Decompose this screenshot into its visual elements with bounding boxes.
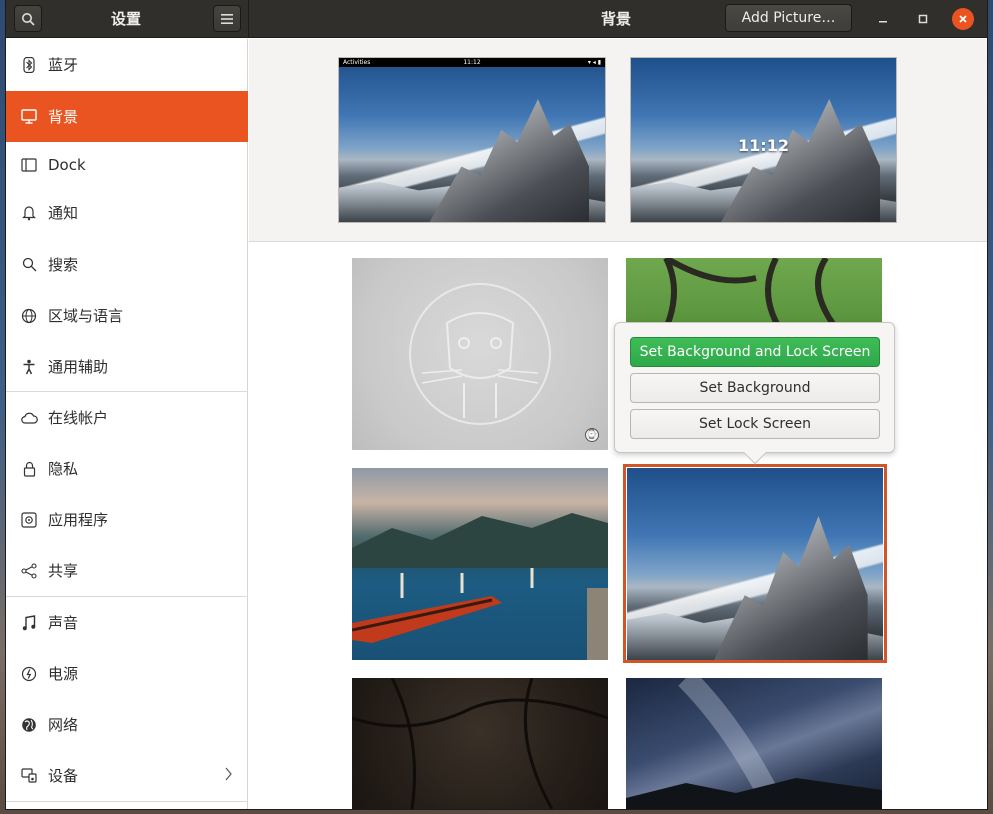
sidebar-item-background[interactable]: 背景: [6, 91, 248, 142]
accessibility-icon: [20, 358, 38, 376]
sidebar-item-dock[interactable]: Dock: [6, 139, 248, 190]
sidebar-item-label: 蓝牙: [48, 56, 79, 74]
close-button[interactable]: [952, 8, 974, 30]
set-background-button[interactable]: Set Background: [630, 373, 880, 403]
sidebar-item-label: 声音: [48, 614, 79, 632]
lake-boat-artwork: [352, 513, 608, 660]
minimize-icon: [879, 21, 887, 23]
lock-screen-clock: 11:12: [738, 136, 789, 155]
selection-frame: [623, 464, 887, 663]
sidebar-item-label: 网络: [48, 716, 79, 734]
sidebar-item-privacy[interactable]: 隐私: [6, 443, 248, 494]
sidebar-item-search[interactable]: 搜索: [6, 239, 248, 290]
status-icons: ▾ ◂ ▮: [587, 59, 601, 66]
chevron-right-icon: [225, 767, 232, 785]
set-lock-screen-button[interactable]: Set Lock Screen: [630, 409, 880, 439]
lock-screen-preview: 11:12: [630, 57, 897, 223]
sidebar-item-label: 在线帐户: [48, 409, 109, 427]
hamburger-icon: [221, 13, 233, 24]
desktop-preview: Activities 11:12 ▾ ◂ ▮: [338, 57, 606, 223]
add-picture-button[interactable]: Add Picture…: [725, 4, 852, 32]
music-note-icon: [20, 614, 38, 632]
header-separator: [248, 0, 249, 38]
search-icon: [20, 256, 38, 274]
sidebar-item-notifications[interactable]: 通知: [6, 187, 248, 238]
preview-area: Activities 11:12 ▾ ◂ ▮ 11:12: [249, 39, 987, 242]
bluetooth-icon: [20, 56, 38, 74]
header-bar: 设置 背景 Add Picture…: [6, 0, 987, 38]
dock-icon: [20, 156, 38, 174]
sidebar-item-online-accounts[interactable]: 在线帐户: [6, 392, 248, 443]
wallpaper-thumbnail[interactable]: [352, 468, 608, 660]
sidebar-item-sharing[interactable]: 共享: [6, 545, 248, 596]
lock-icon: [20, 460, 38, 478]
sidebar-item-label: Dock: [48, 155, 86, 174]
sidebar-item-region-language[interactable]: 区域与语言: [6, 290, 248, 341]
sidebar-item-label: 应用程序: [48, 511, 109, 529]
sidebar-item-label: 搜索: [48, 256, 79, 274]
ubuntu-mascot-artwork: [409, 283, 551, 425]
background-content: Activities 11:12 ▾ ◂ ▮ 11:12 ⌚ Set Backg…: [249, 39, 987, 809]
bell-icon: [20, 204, 38, 222]
page-title: 背景: [600, 10, 631, 28]
preview-topbar-time: 11:12: [463, 59, 481, 66]
wallpaper-thumbnail[interactable]: [626, 678, 882, 809]
popover-arrow: [743, 441, 767, 465]
apps-icon: [20, 511, 38, 529]
minimize-button[interactable]: [872, 8, 894, 30]
sidebar-item-label: 设备: [48, 767, 79, 785]
share-icon: [20, 562, 38, 580]
sidebar-item-sound[interactable]: 声音: [6, 597, 248, 648]
sidebar-item-label: 通用辅助: [48, 358, 109, 376]
settings-window: 设置 背景 Add Picture… 蓝牙 背景 Dock 通知 搜索 区域与语…: [6, 0, 987, 809]
preview-topbar: Activities 11:12 ▾ ◂ ▮: [339, 58, 605, 67]
power-icon: [20, 665, 38, 683]
sidebar-item-label: 区域与语言: [48, 307, 124, 325]
menu-button[interactable]: [213, 5, 241, 32]
sidebar: 蓝牙 背景 Dock 通知 搜索 区域与语言 通用辅助 在线帐户 隐私 应用程序…: [6, 39, 248, 809]
sidebar-item-power[interactable]: 电源: [6, 648, 248, 699]
cloud-icon: [20, 409, 38, 427]
maximize-icon: [918, 14, 928, 24]
milky-way-artwork: [626, 678, 882, 809]
sidebar-item-devices[interactable]: 设备: [6, 750, 248, 801]
sidebar-item-label: 电源: [48, 665, 79, 683]
wallpaper-thumbnail[interactable]: ⌚: [352, 258, 608, 450]
wallpaper-popover: Set Background and Lock Screen Set Backg…: [614, 322, 895, 465]
wallpaper-thumbnail[interactable]: [352, 678, 608, 809]
sidebar-item-label: 通知: [48, 204, 79, 222]
close-icon: [959, 15, 967, 23]
set-background-and-lock-button[interactable]: Set Background and Lock Screen: [630, 337, 880, 367]
sidebar-item-accessibility[interactable]: 通用辅助: [6, 341, 248, 392]
sidebar-item-applications[interactable]: 应用程序: [6, 494, 248, 545]
sidebar-title: 设置: [110, 10, 141, 28]
search-button[interactable]: [14, 5, 42, 32]
sidebar-divider: [6, 801, 248, 802]
globe-icon: [20, 307, 38, 325]
slideshow-badge-icon: ⌚: [585, 428, 599, 442]
search-icon: [22, 12, 35, 26]
sidebar-item-label: 隐私: [48, 460, 79, 478]
network-globe-icon: [20, 716, 38, 734]
maximize-button[interactable]: [912, 8, 934, 30]
sidebar-item-network[interactable]: 网络: [6, 699, 248, 750]
night-branches-artwork: [352, 678, 608, 809]
devices-icon: [20, 767, 38, 785]
sidebar-item-bluetooth[interactable]: 蓝牙: [6, 39, 248, 90]
display-icon: [20, 108, 38, 126]
sidebar-item-label: 背景: [48, 108, 79, 126]
sidebar-item-label: 共享: [48, 562, 79, 580]
